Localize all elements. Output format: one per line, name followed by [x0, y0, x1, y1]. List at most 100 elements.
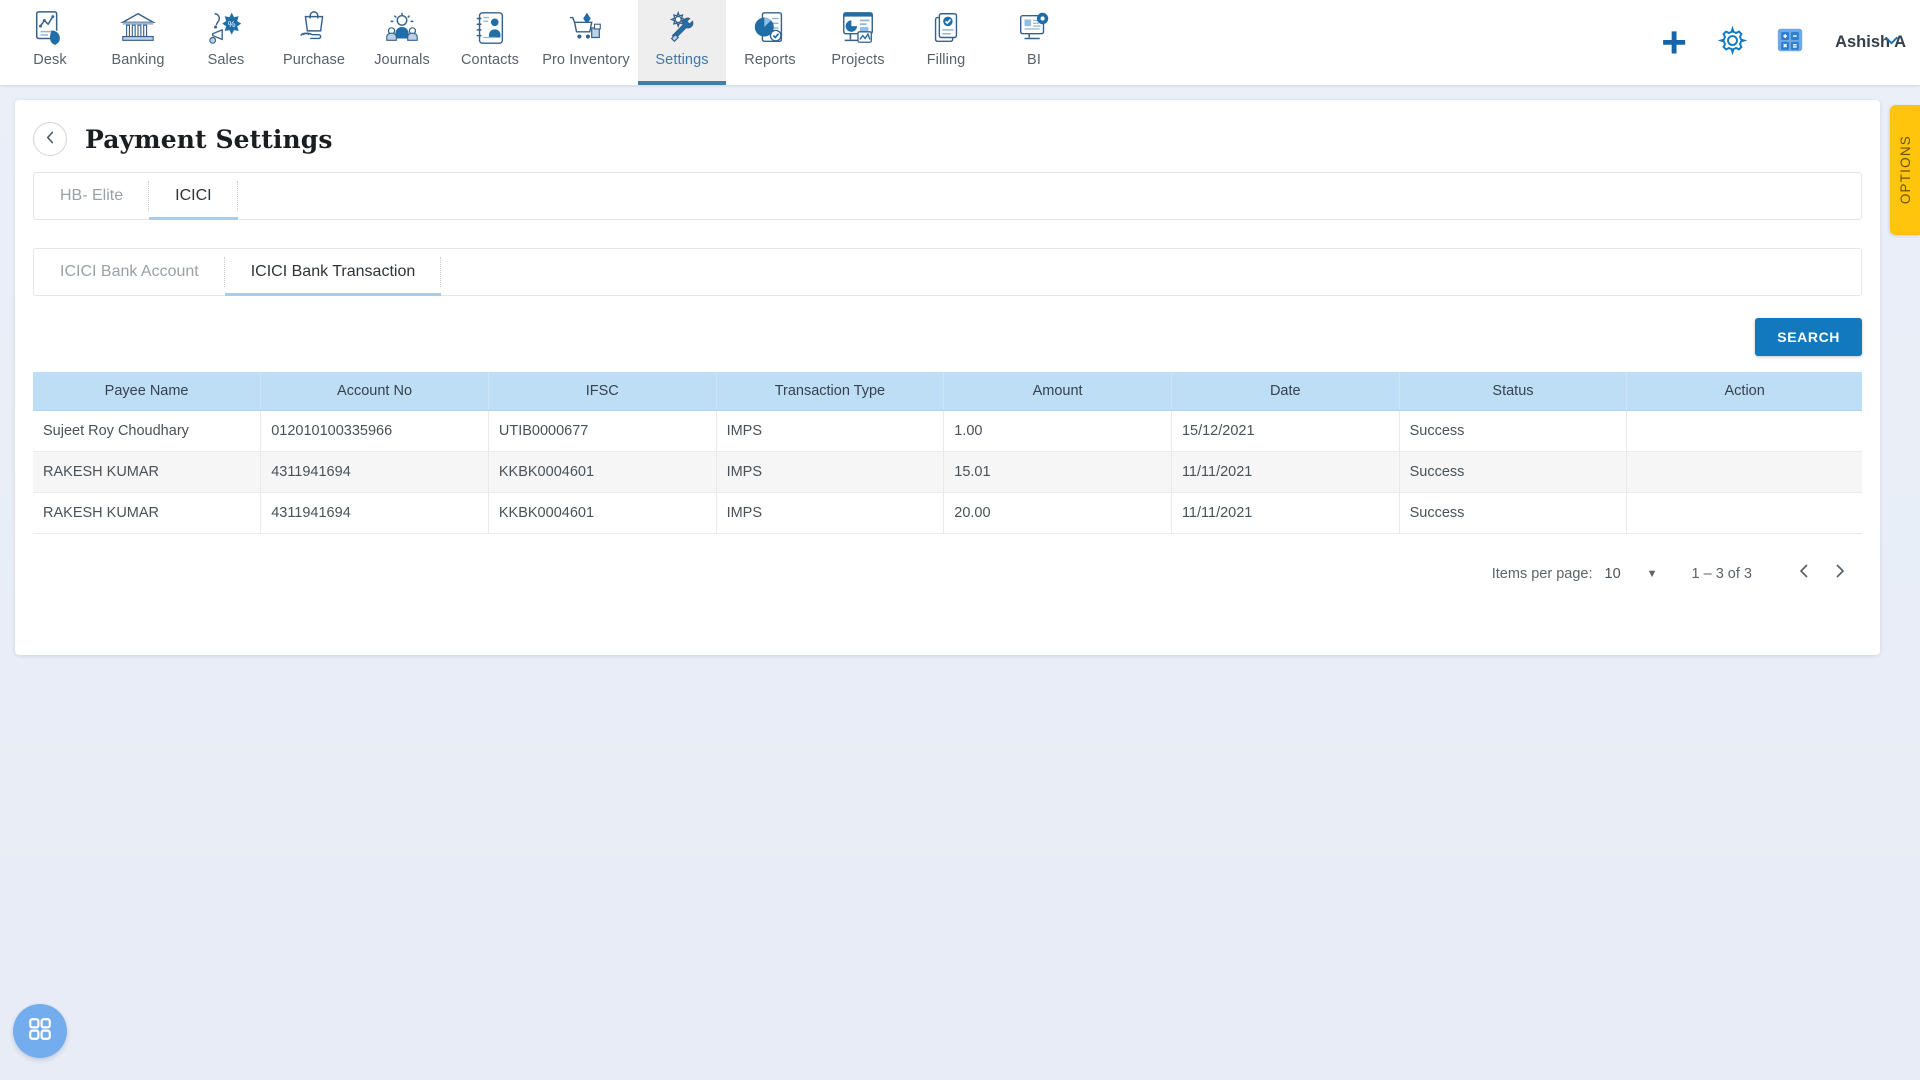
reports-piechart-icon [750, 8, 790, 48]
tab-hb-elite-label: HB- Elite [60, 187, 124, 204]
bank-building-icon [118, 8, 158, 48]
nav-label-purchase: Purchase [282, 52, 346, 68]
journals-people-icon [382, 8, 422, 48]
chevron-down-icon[interactable] [1883, 32, 1900, 53]
cell-action[interactable] [1626, 451, 1862, 493]
options-side-tab-label: OPTIONS [1897, 135, 1913, 205]
cell-payee-name: RAKESH KUMAR [33, 451, 262, 493]
nav-item-reports[interactable]: Reports [726, 0, 814, 85]
top-navigation-bar: Desk Banking % Sales Purchase Journals C… [0, 0, 1920, 85]
nav-item-desk[interactable]: Desk [6, 0, 94, 85]
nav-item-journals[interactable]: Journals [358, 0, 446, 85]
col-date[interactable]: Date [1171, 372, 1400, 411]
tab-icici-bank-account-label: ICICI Bank Account [60, 263, 199, 280]
tab-icici-bank-transaction[interactable]: ICICI Bank Transaction [224, 249, 442, 296]
tab-hb-elite[interactable]: HB- Elite [34, 173, 150, 219]
cell-account-no: 4311941694 [260, 492, 489, 534]
nav-item-contacts[interactable]: Contacts [446, 0, 534, 85]
tab-icici[interactable]: ICICI [149, 173, 239, 220]
nav-item-filling[interactable]: Filling [902, 0, 990, 85]
nav-label-pro-inventory: Pro Inventory [542, 52, 630, 68]
col-transaction-type[interactable]: Transaction Type [716, 372, 945, 411]
options-side-tab[interactable]: OPTIONS [1890, 105, 1920, 235]
nav-label-sales: Sales [207, 52, 245, 68]
add-button[interactable]: + [1645, 14, 1703, 72]
table-head: Payee Name Account No IFSC Transaction T… [33, 372, 1862, 411]
cell-transaction-type: IMPS [716, 451, 945, 493]
tab-separator [236, 181, 238, 211]
desk-analytics-icon [30, 8, 70, 48]
calculator-icon [1775, 25, 1805, 60]
card-header: Payment Settings [15, 100, 1880, 172]
settings-button[interactable] [1703, 14, 1761, 72]
transactions-table: Payee Name Account No IFSC Transaction T… [33, 372, 1862, 534]
grid-apps-icon [27, 1016, 53, 1047]
sales-megaphone-icon: % [206, 8, 246, 48]
search-button[interactable]: SEARCH [1755, 318, 1862, 356]
svg-text:%: % [228, 19, 236, 29]
cell-transaction-type: IMPS [716, 492, 945, 534]
nav-item-banking[interactable]: Banking [94, 0, 182, 85]
col-action[interactable]: Action [1626, 372, 1862, 411]
cell-account-no: 4311941694 [260, 451, 489, 493]
table-row[interactable]: Sujeet Roy Choudhary 012010100335966 UTI… [33, 410, 1862, 452]
nav-label-reports: Reports [744, 52, 796, 68]
next-page-button[interactable] [1822, 556, 1858, 592]
items-per-page-select[interactable]: 10 ▼ [1605, 566, 1658, 582]
nav-item-projects[interactable]: Projects [814, 0, 902, 85]
col-payee-name[interactable]: Payee Name [33, 372, 262, 411]
col-amount[interactable]: Amount [943, 372, 1172, 411]
cell-ifsc: UTIB0000677 [488, 410, 717, 452]
cell-date: 11/11/2021 [1171, 451, 1400, 493]
nav-item-pro-inventory[interactable]: Pro Inventory [534, 0, 638, 85]
tab-separator [440, 257, 442, 287]
table-row[interactable]: RAKESH KUMAR 4311941694 KKBK0004601 IMPS… [33, 492, 1862, 534]
cell-payee-name: Sujeet Roy Choudhary [33, 410, 262, 452]
table-row[interactable]: RAKESH KUMAR 4311941694 KKBK0004601 IMPS… [33, 451, 1862, 493]
caret-down-icon: ▼ [1646, 568, 1658, 580]
back-button[interactable] [33, 122, 67, 156]
page-range-label: 1 – 3 of 3 [1691, 566, 1752, 582]
nav-item-purchase[interactable]: Purchase [270, 0, 358, 85]
table-header-row: Payee Name Account No IFSC Transaction T… [33, 372, 1862, 411]
col-account-no[interactable]: Account No [260, 372, 489, 411]
nav-label-banking: Banking [111, 52, 165, 68]
cell-transaction-type: IMPS [716, 410, 945, 452]
tab-icici-bank-transaction-label: ICICI Bank Transaction [250, 263, 416, 280]
chevron-left-icon [43, 130, 58, 149]
cell-action[interactable] [1626, 410, 1862, 452]
tab-icici-label: ICICI [175, 187, 212, 204]
cell-ifsc: KKBK0004601 [488, 451, 717, 493]
cell-account-no: 012010100335966 [260, 410, 489, 452]
page-title: Payment Settings [85, 124, 333, 154]
nav-item-list: Desk Banking % Sales Purchase Journals C… [0, 0, 1078, 85]
cell-payee-name: RAKESH KUMAR [33, 492, 262, 534]
gear-icon [1717, 25, 1748, 61]
projects-dashboard-icon [838, 8, 878, 48]
search-row: SEARCH [15, 296, 1880, 372]
nav-label-desk: Desk [33, 52, 67, 68]
plus-icon: + [1661, 17, 1687, 67]
bank-tab-strip: HB- Elite ICICI [33, 172, 1862, 220]
chevron-right-icon [1832, 563, 1848, 585]
nav-item-bi[interactable]: BI [990, 0, 1078, 85]
purchase-bag-hand-icon [294, 8, 334, 48]
calculator-button[interactable] [1761, 14, 1819, 72]
nav-label-filling: Filling [926, 52, 966, 68]
apps-launcher-button[interactable] [13, 1004, 67, 1058]
col-ifsc[interactable]: IFSC [488, 372, 717, 411]
bi-monitor-gear-icon [1014, 8, 1054, 48]
filling-documents-icon [926, 8, 966, 48]
table-body: Sujeet Roy Choudhary 012010100335966 UTI… [33, 410, 1862, 534]
contacts-card-icon [470, 8, 510, 48]
items-per-page-label: Items per page: [1491, 566, 1593, 582]
cell-date: 15/12/2021 [1171, 410, 1400, 452]
cell-amount: 1.00 [943, 410, 1172, 452]
tab-icici-bank-account[interactable]: ICICI Bank Account [34, 249, 225, 295]
nav-item-settings[interactable]: Settings [638, 0, 726, 85]
nav-item-sales[interactable]: % Sales [182, 0, 270, 85]
cell-action[interactable] [1626, 492, 1862, 534]
col-status[interactable]: Status [1399, 372, 1628, 411]
previous-page-button[interactable] [1786, 556, 1822, 592]
sub-tab-strip: ICICI Bank Account ICICI Bank Transactio… [33, 248, 1862, 296]
